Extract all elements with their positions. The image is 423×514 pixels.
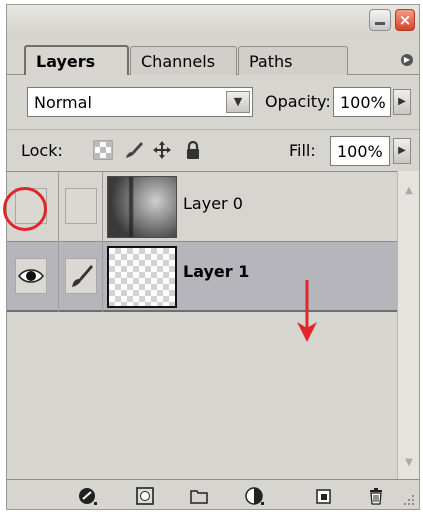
lock-transparent-icon[interactable] (93, 140, 113, 160)
opacity-slider-button[interactable]: ▶ (393, 89, 411, 115)
visibility-toggle[interactable] (7, 242, 59, 312)
scroll-up-arrow[interactable]: ▲ (401, 185, 417, 199)
tab-layers[interactable]: Layers (24, 45, 129, 75)
brush-icon (72, 265, 93, 287)
lock-icon[interactable] (183, 140, 203, 160)
layer-thumbnail[interactable] (107, 176, 177, 238)
link-box[interactable] (65, 258, 97, 294)
layer-name[interactable]: Layer 1 (183, 262, 249, 281)
fill-input[interactable]: 100% (330, 136, 390, 166)
scroll-down-arrow[interactable]: ▼ (401, 457, 417, 471)
layer-row-selected[interactable]: Layer 1 (7, 242, 397, 312)
minimize-icon (375, 21, 385, 25)
link-box[interactable] (65, 188, 97, 224)
layer-row[interactable]: Layer 0 (7, 172, 397, 242)
bottom-toolbar (7, 479, 419, 509)
layer-link-toggle[interactable] (59, 242, 103, 312)
red-circle-annotation (3, 187, 47, 231)
lock-label: Lock: (21, 141, 63, 160)
visibility-box[interactable] (15, 258, 47, 294)
tab-channels[interactable]: Channels (130, 46, 237, 75)
add-mask-icon[interactable] (135, 486, 155, 506)
arrow-right-icon: ▶ (398, 96, 406, 107)
blend-mode-select[interactable]: Normal ▼ (27, 87, 253, 117)
red-arrow-down-icon (297, 280, 317, 342)
layer-style-icon[interactable] (78, 486, 98, 506)
lock-row: Lock: Fill: 100% ▶ (7, 129, 419, 166)
minimize-button[interactable] (369, 9, 391, 31)
opacity-label: Opacity: (265, 92, 331, 111)
brush-icon[interactable] (124, 140, 144, 160)
eye-icon (18, 269, 44, 283)
adjustment-layer-icon[interactable] (245, 486, 265, 506)
layer-name[interactable]: Layer 0 (183, 194, 243, 213)
new-layer-icon[interactable] (313, 486, 333, 506)
scrollbar[interactable]: ▲ ▼ (397, 171, 419, 479)
blend-mode-value: Normal (34, 93, 92, 112)
tab-paths[interactable]: Paths (238, 46, 348, 75)
trash-icon[interactable] (366, 486, 386, 506)
arrow-right-icon: ▶ (403, 55, 411, 64)
layers-panel: × Layers Channels Paths ▶ Normal ▼ Opaci… (6, 4, 420, 510)
fill-label: Fill: (289, 141, 316, 160)
tab-bar: Layers Channels Paths ▶ (7, 43, 419, 75)
title-bar[interactable]: × (7, 5, 419, 37)
layer-link-toggle[interactable] (59, 172, 103, 242)
close-button[interactable]: × (395, 9, 415, 31)
layer-thumbnail[interactable] (107, 246, 177, 308)
layers-list: Layer 0 Layer 1 (7, 171, 397, 479)
panel-menu-button[interactable]: ▶ (401, 54, 413, 66)
folder-icon[interactable] (189, 486, 209, 506)
resize-grip[interactable] (403, 494, 415, 506)
opacity-input[interactable]: 100% (333, 87, 391, 117)
chevron-down-icon[interactable]: ▼ (226, 91, 250, 113)
arrow-right-icon: ▶ (398, 145, 406, 156)
blend-row: Normal ▼ Opacity: 100% ▶ (7, 83, 419, 119)
fill-slider-button[interactable]: ▶ (393, 138, 411, 164)
close-icon: × (398, 10, 412, 29)
move-icon[interactable] (152, 140, 172, 160)
